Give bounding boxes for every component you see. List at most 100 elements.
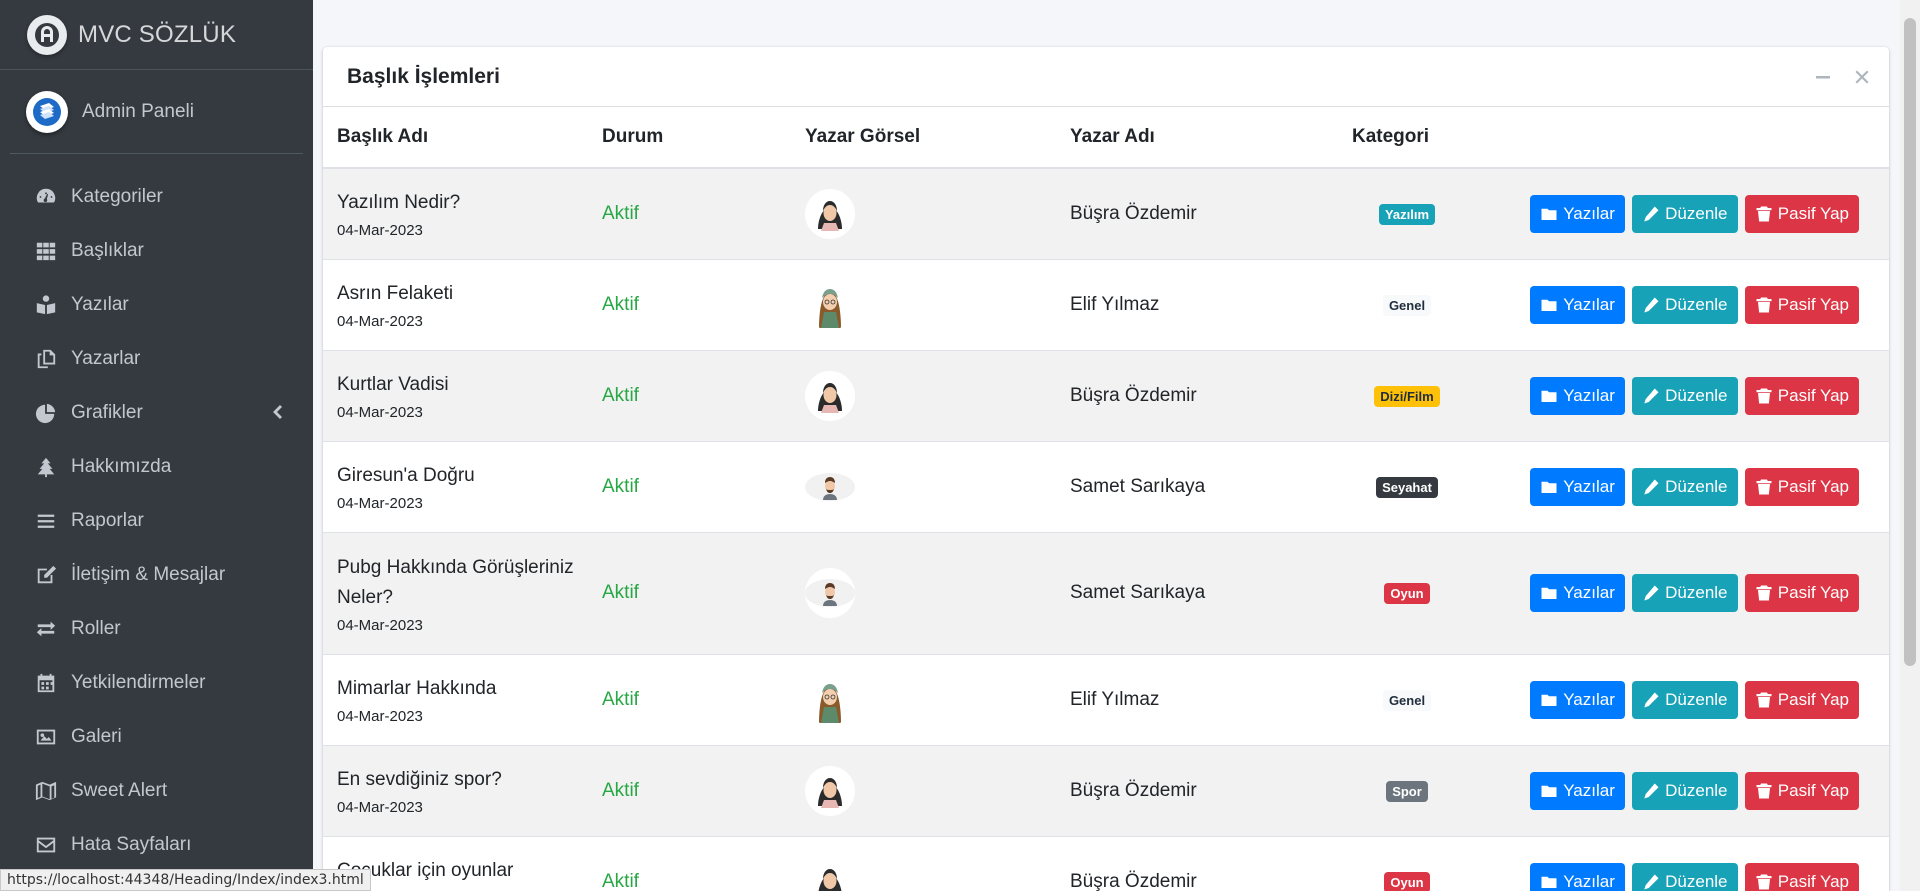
user-panel[interactable]: Admin Paneli bbox=[10, 70, 303, 154]
author-avatar bbox=[805, 674, 855, 725]
posts-button-label: Yazılar bbox=[1563, 476, 1615, 496]
edit-button[interactable]: Düzenle bbox=[1632, 194, 1738, 233]
avatar-cell bbox=[791, 349, 1056, 441]
pencil-icon bbox=[1644, 297, 1659, 312]
author-name: Büşra Özdemir bbox=[1070, 202, 1197, 224]
scrollbar[interactable] bbox=[1900, 0, 1920, 891]
deactivate-button[interactable]: Pasif Yap bbox=[1744, 574, 1859, 612]
deactivate-button[interactable]: Pasif Yap bbox=[1744, 680, 1859, 719]
deactivate-button[interactable]: Pasif Yap bbox=[1744, 862, 1859, 891]
edit-button[interactable]: Düzenle bbox=[1632, 680, 1738, 719]
posts-button[interactable]: Yazılar bbox=[1530, 194, 1625, 233]
trash-icon bbox=[1756, 297, 1772, 312]
posts-button-label: Yazılar bbox=[1563, 583, 1615, 602]
author-avatar bbox=[805, 765, 855, 816]
actions-cell: Yazılar Düzenle Pasif Yap bbox=[1476, 167, 1889, 259]
sidebar-item-label: Grafikler bbox=[71, 402, 143, 423]
trash-icon bbox=[1756, 479, 1772, 494]
status-text: Aktif bbox=[602, 870, 639, 891]
folder-icon bbox=[1541, 785, 1557, 797]
sidebar-item-grafikler[interactable]: Grafikler bbox=[0, 386, 313, 440]
brand-link[interactable]: MVC SÖZLÜK bbox=[0, 0, 313, 70]
author-cell: Büşra Özdemir bbox=[1056, 744, 1338, 836]
edit-button[interactable]: Düzenle bbox=[1632, 376, 1738, 415]
edit-button[interactable]: Düzenle bbox=[1632, 771, 1738, 810]
posts-button-label: Yazılar bbox=[1563, 294, 1615, 314]
author-name: Büşra Özdemir bbox=[1070, 779, 1197, 801]
calendar-icon bbox=[34, 671, 58, 695]
edit-button[interactable]: Düzenle bbox=[1632, 285, 1738, 324]
deactivate-button-label: Pasif Yap bbox=[1777, 294, 1849, 314]
author-cell: Büşra Özdemir bbox=[1056, 167, 1338, 259]
avatar-cell bbox=[791, 835, 1056, 891]
sidebar-item-yazarlar[interactable]: Yazarlar bbox=[0, 332, 313, 386]
sidebar-item-hakkimizda[interactable]: Hakkımızda bbox=[0, 440, 313, 494]
heading-date: 04-Mar-2023 bbox=[337, 313, 423, 330]
pencil-icon bbox=[1644, 692, 1659, 707]
folder-icon bbox=[1541, 208, 1557, 220]
sidebar-item-galeri[interactable]: Galeri bbox=[0, 710, 313, 764]
actions-cell: Yazılar Düzenle Pasif Yap bbox=[1476, 835, 1889, 891]
posts-button[interactable]: Yazılar bbox=[1530, 285, 1625, 324]
author-avatar bbox=[805, 279, 855, 330]
sidebar-item-yazilar[interactable]: Yazılar bbox=[0, 278, 313, 332]
avatar-cell bbox=[791, 440, 1056, 532]
edit-button-label: Düzenle bbox=[1665, 385, 1728, 405]
category-badge: Oyun bbox=[1384, 583, 1430, 604]
posts-button[interactable]: Yazılar bbox=[1530, 376, 1625, 415]
posts-button-label: Yazılar bbox=[1563, 780, 1615, 800]
posts-button[interactable]: Yazılar bbox=[1530, 467, 1625, 506]
sidebar-item-iletisim[interactable]: İletişim & Mesajlar bbox=[0, 548, 313, 602]
collapse-icon[interactable] bbox=[1813, 67, 1833, 87]
table-row: Asrın Felaketi 04-Mar-2023 Aktif Elif Yı… bbox=[323, 258, 1889, 350]
heading-title: Pubg Hakkında Görüşleriniz Neler? bbox=[337, 556, 574, 608]
author-cell: Elif Yılmaz bbox=[1056, 653, 1338, 745]
edit-button[interactable]: Düzenle bbox=[1632, 862, 1738, 891]
sidebar-item-label: Galeri bbox=[71, 726, 122, 747]
author-cell: Büşra Özdemir bbox=[1056, 835, 1338, 891]
posts-button[interactable]: Yazılar bbox=[1530, 862, 1625, 891]
edit-button[interactable]: Düzenle bbox=[1632, 574, 1738, 612]
deactivate-button-label: Pasif Yap bbox=[1777, 689, 1849, 709]
bars-icon bbox=[34, 509, 58, 533]
posts-button[interactable]: Yazılar bbox=[1530, 771, 1625, 810]
deactivate-button[interactable]: Pasif Yap bbox=[1744, 467, 1859, 506]
chevron-left-icon[interactable] bbox=[271, 403, 283, 421]
deactivate-button[interactable]: Pasif Yap bbox=[1744, 194, 1859, 233]
sidebar-item-yetkilendirmeler[interactable]: Yetkilendirmeler bbox=[0, 656, 313, 710]
deactivate-button[interactable]: Pasif Yap bbox=[1744, 771, 1859, 810]
sidebar-item-kategoriler[interactable]: Kategoriler bbox=[0, 170, 313, 224]
title-cell: Mimarlar Hakkında 04-Mar-2023 bbox=[323, 653, 588, 745]
posts-button[interactable]: Yazılar bbox=[1530, 574, 1625, 612]
sidebar: MVC SÖZLÜK Admin Paneli Kategoriler Başl… bbox=[0, 0, 313, 891]
heading-date: 04-Mar-2023 bbox=[337, 799, 423, 816]
title-cell: Yazılım Nedir? 04-Mar-2023 bbox=[323, 167, 588, 259]
sidebar-item-raporlar[interactable]: Raporlar bbox=[0, 494, 313, 548]
close-icon[interactable] bbox=[1852, 67, 1872, 87]
category-cell: Genel bbox=[1338, 258, 1476, 350]
deactivate-button-label: Pasif Yap bbox=[1777, 780, 1849, 800]
chart-pie-icon bbox=[34, 401, 58, 425]
avatar-cell bbox=[791, 531, 1056, 654]
edit-button-label: Düzenle bbox=[1665, 871, 1728, 891]
sidebar-item-basliklar[interactable]: Başlıklar bbox=[0, 224, 313, 278]
deactivate-button[interactable]: Pasif Yap bbox=[1744, 285, 1859, 324]
column-header-actions bbox=[1476, 107, 1889, 169]
status-cell: Aktif bbox=[588, 167, 791, 259]
column-header: Kategori bbox=[1338, 107, 1476, 169]
grid-icon bbox=[34, 239, 58, 263]
status-text: Aktif bbox=[602, 688, 639, 710]
edit-button[interactable]: Düzenle bbox=[1632, 467, 1738, 506]
edit-button-label: Düzenle bbox=[1665, 476, 1728, 496]
pencil-icon bbox=[1644, 388, 1659, 403]
scrollbar-thumb[interactable] bbox=[1904, 18, 1916, 666]
sidebar-item-hata-sayfalari[interactable]: Hata Sayfaları bbox=[0, 818, 313, 872]
deactivate-button[interactable]: Pasif Yap bbox=[1744, 376, 1859, 415]
status-bar-url: https://localhost:44348/Heading/Index/in… bbox=[0, 869, 371, 891]
author-name: Elif Yılmaz bbox=[1070, 293, 1160, 315]
sidebar-item-roller[interactable]: Roller bbox=[0, 602, 313, 656]
posts-button[interactable]: Yazılar bbox=[1530, 680, 1625, 719]
envelope-icon bbox=[34, 833, 58, 857]
author-name: Samet Sarıkaya bbox=[1070, 475, 1206, 497]
sidebar-item-sweet-alert[interactable]: Sweet Alert bbox=[0, 764, 313, 818]
